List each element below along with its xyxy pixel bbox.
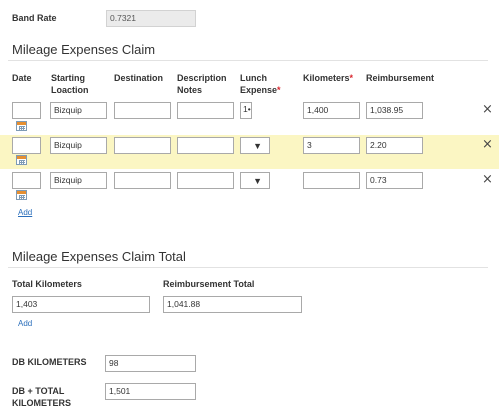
total-km-field[interactable]: 1,403 [12, 296, 150, 313]
col-starting-header: Starting Loaction [51, 73, 89, 95]
chevron-down-icon: ▼ [253, 141, 262, 151]
date-input[interactable] [12, 102, 41, 119]
col-km-header: Kilometers* [303, 73, 354, 83]
db-total-km-field[interactable]: 1,501 [105, 383, 196, 400]
description-notes-input[interactable] [177, 137, 234, 154]
reimbursement-total-label: Reimbursement Total [163, 279, 255, 289]
claim-title-divider [8, 60, 488, 61]
lunch-expense-select[interactable]: ▼ [240, 137, 270, 154]
required-mark: * [277, 85, 281, 95]
add-row-link[interactable]: Add [18, 208, 32, 217]
reimbursement-total-field[interactable]: 1,041.88 [163, 296, 302, 313]
chevron-down-icon: ▼ [253, 176, 262, 186]
band-rate-label: Band Rate [12, 13, 57, 23]
col-lunch-header: Lunch Expense* [240, 73, 281, 95]
add-total-link[interactable]: Add [18, 319, 32, 328]
kilometers-input[interactable]: 1,400 [303, 102, 360, 119]
date-input[interactable] [12, 137, 41, 154]
db-km-label: DB KILOMETERS [12, 357, 87, 367]
lunch-expense-value: 1• [243, 104, 251, 114]
col-notes-header: Description Notes [177, 73, 227, 95]
remove-row-icon[interactable]: × [482, 103, 493, 116]
destination-input[interactable] [114, 137, 171, 154]
lunch-expense-select[interactable]: ▼ [240, 172, 270, 189]
col-destination-header: Destination [114, 73, 164, 83]
band-rate-field: 0.7321 [106, 10, 196, 27]
lunch-expense-select[interactable]: 1• [240, 102, 252, 119]
reimbursement-field[interactable]: 1,038.95 [366, 102, 423, 119]
destination-input[interactable] [114, 172, 171, 189]
total-section-title: Mileage Expenses Claim Total [12, 249, 186, 264]
kilometers-input[interactable]: 3 [303, 137, 360, 154]
db-total-km-label: DB + TOTAL KILOMETERS [12, 386, 72, 408]
starting-location-input[interactable]: Bizquip [50, 102, 107, 119]
calendar-icon[interactable] [16, 121, 27, 131]
kilometers-input[interactable] [303, 172, 360, 189]
starting-location-input[interactable]: Bizquip [50, 172, 107, 189]
calendar-icon[interactable] [16, 155, 27, 165]
starting-location-input[interactable]: Bizquip [50, 137, 107, 154]
destination-input[interactable] [114, 102, 171, 119]
required-mark: * [349, 73, 354, 83]
description-notes-input[interactable] [177, 102, 234, 119]
calendar-icon[interactable] [16, 190, 27, 200]
reimbursement-field[interactable]: 2.20 [366, 137, 423, 154]
claim-section-title: Mileage Expenses Claim [12, 42, 156, 57]
remove-row-icon[interactable]: × [482, 138, 493, 151]
description-notes-input[interactable] [177, 172, 234, 189]
col-date-header: Date [12, 73, 32, 83]
reimbursement-field[interactable]: 0.73 [366, 172, 423, 189]
total-km-label: Total Kilometers [12, 279, 82, 289]
db-km-field[interactable]: 98 [105, 355, 196, 372]
remove-row-icon[interactable]: × [482, 173, 493, 186]
total-title-divider [8, 267, 488, 268]
date-input[interactable] [12, 172, 41, 189]
col-reimb-header: Reimbursement [366, 73, 435, 83]
